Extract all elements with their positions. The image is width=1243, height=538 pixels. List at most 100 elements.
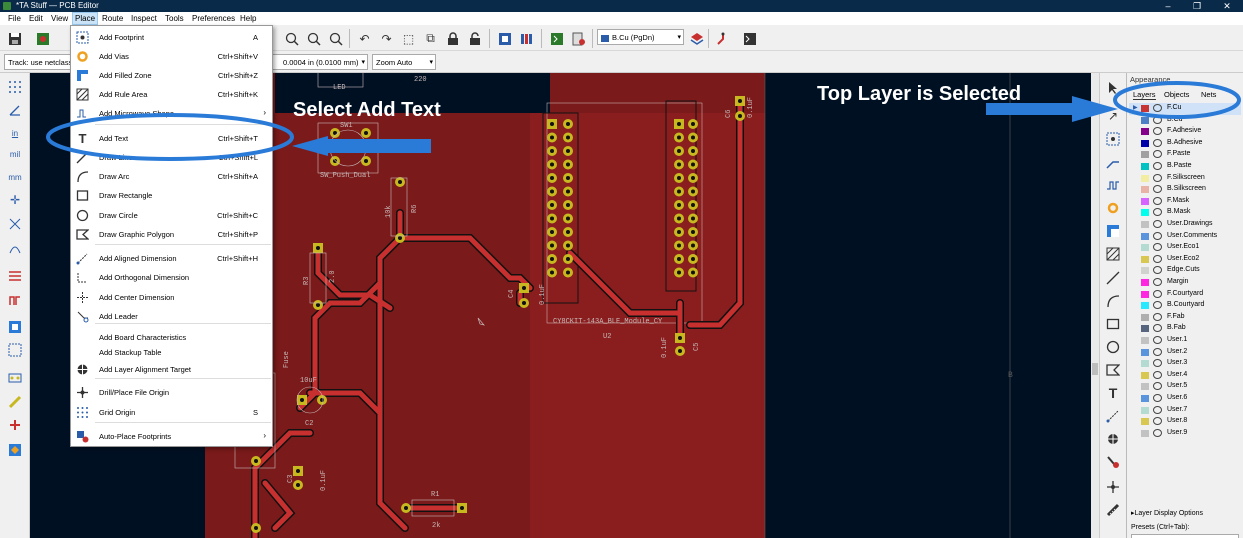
layer-color-swatch[interactable]: [1141, 221, 1149, 228]
layer-row-user-3[interactable]: User.3: [1129, 358, 1241, 370]
layer-row-user-eco1[interactable]: User.Eco1: [1129, 242, 1241, 254]
pad-display-icon[interactable]: [6, 369, 24, 387]
eye-icon[interactable]: [1153, 231, 1162, 240]
layer-row-b-fab[interactable]: B.Fab: [1129, 323, 1241, 335]
layer-color-swatch[interactable]: [1141, 325, 1149, 333]
draw-polygon-tool-icon[interactable]: [1104, 361, 1122, 379]
lock-icon[interactable]: [444, 30, 461, 47]
eye-icon[interactable]: [1153, 336, 1162, 344]
units-inch-icon[interactable]: in: [6, 124, 24, 142]
graphic-outline-icon[interactable]: [6, 393, 24, 411]
eye-icon[interactable]: [1153, 220, 1162, 228]
layer-row-user-eco2[interactable]: User.Eco2: [1129, 254, 1241, 266]
netlist-update-icon[interactable]: [496, 30, 513, 47]
layer-row-user-comments[interactable]: User.Comments: [1129, 231, 1241, 243]
mirror-icon[interactable]: ⧉: [422, 30, 439, 47]
layer-color-swatch[interactable]: [1141, 360, 1149, 368]
select-arrow-icon[interactable]: [1104, 79, 1122, 97]
place-menu-item[interactable]: Add Aligned Dimension Ctrl+Shift+H: [71, 249, 272, 267]
layer-color-swatch[interactable]: [1141, 244, 1149, 252]
add-footprint-tool-icon[interactable]: [1104, 130, 1122, 148]
menu-view[interactable]: View: [51, 14, 68, 23]
place-menu-item[interactable]: Add Rule Area Ctrl+Shift+K: [71, 85, 272, 103]
place-menu-item[interactable]: Draw Line Ctrl+Shift+L: [71, 148, 272, 166]
menu-place[interactable]: Place: [72, 12, 99, 25]
interactive-router-icon[interactable]: [714, 30, 731, 47]
layer-row-user-drawings[interactable]: User.Drawings: [1129, 219, 1241, 231]
ratsnest-icon[interactable]: [6, 215, 24, 233]
eye-icon[interactable]: [1153, 417, 1162, 426]
layer-color-swatch[interactable]: [1141, 418, 1149, 426]
via-display-icon[interactable]: [6, 291, 24, 309]
draw-circle-tool-icon[interactable]: [1104, 338, 1122, 356]
maximize-button[interactable]: ❐: [1187, 0, 1207, 12]
layer-row-b-silkscreen[interactable]: B.Silkscreen: [1129, 184, 1241, 196]
add-text-tool-icon[interactable]: T: [1104, 384, 1122, 402]
layer-color-swatch[interactable]: [1141, 151, 1149, 159]
layer-row-user-5[interactable]: User.5: [1129, 381, 1241, 393]
eye-icon[interactable]: [1153, 428, 1162, 437]
place-menu-item[interactable]: Add Layer Alignment Target: [71, 360, 272, 378]
eye-icon[interactable]: [1153, 324, 1162, 333]
menu-preferences[interactable]: Preferences: [192, 14, 235, 23]
zoom-in-icon[interactable]: [283, 30, 300, 47]
eye-icon[interactable]: [1153, 185, 1162, 194]
add-via-tool-icon[interactable]: [1104, 199, 1122, 217]
scrollbar-thumb[interactable]: [1092, 363, 1098, 375]
set-drill-origin-tool-icon[interactable]: [1104, 478, 1122, 496]
layer-color-swatch[interactable]: [1141, 116, 1149, 124]
layer-color-swatch[interactable]: [1141, 313, 1149, 321]
polar-coords-icon[interactable]: [6, 101, 24, 119]
layer-row-f-courtyard[interactable]: F.Courtyard: [1129, 289, 1241, 301]
layer-pair-icon[interactable]: [688, 30, 705, 47]
menu-tools[interactable]: Tools: [165, 14, 184, 23]
layer-color-swatch[interactable]: [1141, 371, 1149, 379]
place-menu-item[interactable]: Draw Graphic Polygon Ctrl+Shift+P: [71, 225, 272, 243]
eye-icon[interactable]: [1153, 115, 1162, 124]
draw-line-tool-icon[interactable]: [1104, 269, 1122, 287]
cursor-icon[interactable]: ✛: [6, 191, 24, 209]
eye-icon[interactable]: [1153, 301, 1162, 310]
layer-color-swatch[interactable]: [1141, 174, 1149, 182]
layer-row-b-mask[interactable]: B.Mask: [1129, 207, 1241, 219]
place-menu-item[interactable]: Add Orthogonal Dimension: [71, 268, 272, 286]
zoom-combo[interactable]: Zoom Auto ▾: [372, 54, 436, 70]
eye-icon[interactable]: [1153, 312, 1162, 321]
layer-color-swatch[interactable]: [1141, 139, 1149, 147]
layer-row-user-9[interactable]: User.9: [1129, 428, 1241, 440]
place-menu-item[interactable]: Drill/Place File Origin: [71, 383, 272, 401]
eye-icon[interactable]: [1153, 104, 1162, 112]
route-track-icon[interactable]: [1104, 153, 1122, 171]
layer-row-f-cu[interactable]: ▶ F.Cu: [1129, 103, 1241, 115]
layer-color-swatch[interactable]: [1141, 395, 1149, 402]
layer-row-user-7[interactable]: User.7: [1129, 405, 1241, 417]
tab-nets[interactable]: Nets: [1201, 90, 1216, 99]
alignment-target-tool-icon[interactable]: [1104, 430, 1122, 448]
drc-icon[interactable]: [570, 30, 587, 47]
save-icon[interactable]: [6, 30, 23, 47]
zoom-fit-icon[interactable]: [327, 30, 344, 47]
add-dimension-tool-icon[interactable]: [1104, 407, 1122, 425]
eye-icon[interactable]: [1153, 347, 1162, 356]
terminal-icon[interactable]: [741, 30, 758, 47]
layer-manager-icon[interactable]: [6, 441, 24, 459]
board-setup-icon[interactable]: [34, 30, 51, 47]
high-contrast-icon[interactable]: [6, 416, 24, 434]
place-menu-item[interactable]: Add Vias Ctrl+Shift+V: [71, 47, 272, 65]
measure-tool-icon[interactable]: [1104, 501, 1122, 519]
layer-select-combo[interactable]: B.Cu (PgDn) ▾: [597, 29, 684, 45]
eye-icon[interactable]: [1153, 196, 1162, 205]
layer-color-swatch[interactable]: [1141, 406, 1149, 414]
zone-outline-icon[interactable]: [6, 341, 24, 359]
eye-icon[interactable]: [1153, 382, 1162, 391]
eye-icon[interactable]: [1153, 208, 1162, 217]
eye-icon[interactable]: [1153, 138, 1162, 147]
layer-row-f-fab[interactable]: F.Fab: [1129, 312, 1241, 324]
layer-color-swatch[interactable]: [1141, 383, 1149, 391]
grid-toggle-icon[interactable]: [6, 78, 24, 96]
layer-color-swatch[interactable]: [1141, 290, 1149, 298]
eye-icon[interactable]: [1153, 405, 1162, 414]
place-menu-item[interactable]: Auto-Place Footprints ›: [71, 427, 272, 445]
curved-ratsnest-icon[interactable]: [6, 239, 24, 257]
layer-color-swatch[interactable]: [1141, 105, 1149, 112]
